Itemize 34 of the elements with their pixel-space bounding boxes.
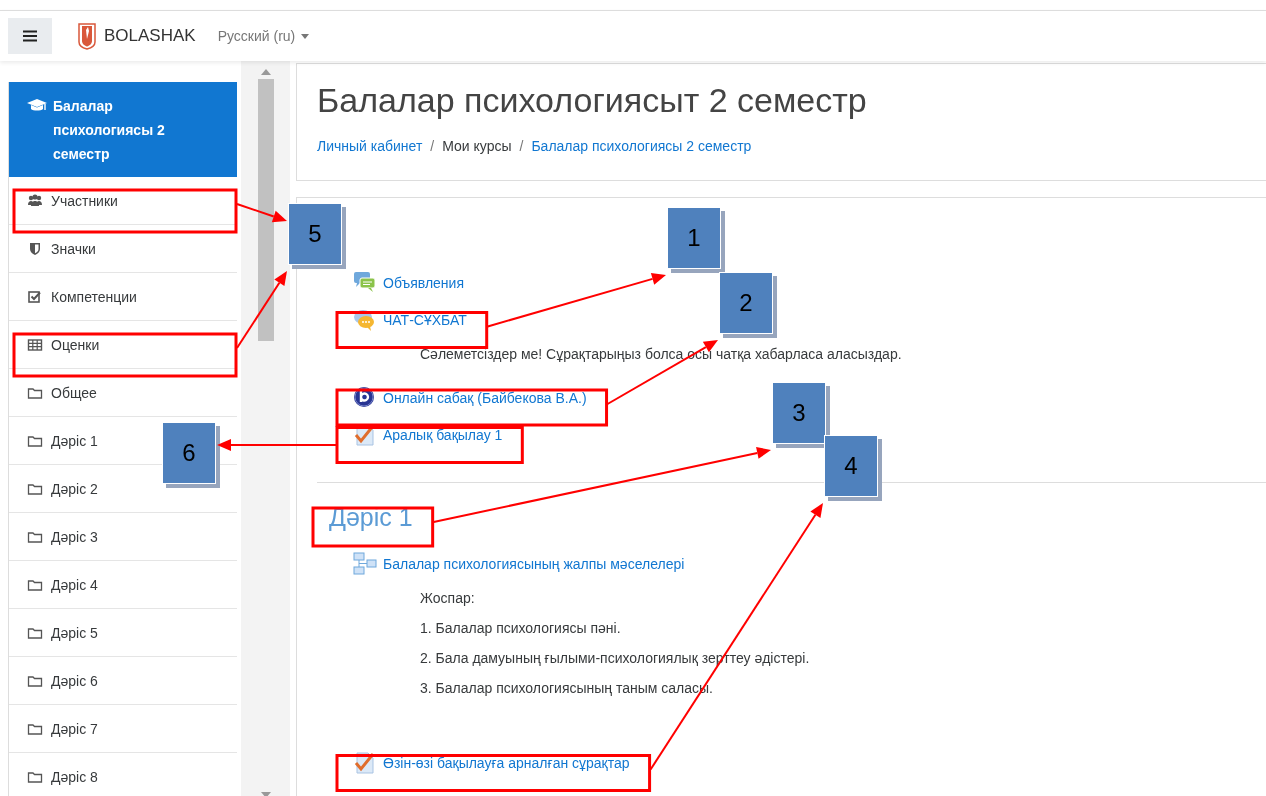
users-icon (27, 192, 43, 209)
activity-link[interactable]: Объявления (353, 268, 464, 297)
breadcrumb-link[interactable]: Балалар психологиясы 2 семестр (531, 138, 752, 154)
speech-bubbles-icon (353, 270, 377, 295)
table-icon (27, 336, 43, 353)
menu-icon (23, 30, 37, 42)
menu-button[interactable] (8, 18, 52, 54)
page-title: Балалар психологиясыт 2 семестр (317, 80, 868, 121)
description-text: Жоспар: (420, 588, 476, 607)
activity-link[interactable]: Балалар психологиясының жалпы мәселелері (353, 549, 685, 578)
activity-link[interactable]: Өзін-өзі бақылауға арналған сұрақтар (353, 748, 630, 778)
scrollbar-thumb[interactable] (257, 79, 274, 341)
activity-link[interactable]: Онлайн сабақ (Байбекова В.А.) (353, 383, 587, 412)
description-text: 1. Балалар психологиясы пәні. (420, 618, 622, 637)
breadcrumb-link[interactable]: Личный кабинет (317, 138, 423, 154)
activity-link[interactable]: ЧАТ-СҰХБАТ (353, 305, 467, 335)
activity-link[interactable]: Аралық бақылау 1 (353, 420, 503, 450)
course-nav-item[interactable]: Балалар психологиясы 2 семестр (9, 82, 237, 177)
caret-icon (301, 33, 310, 39)
chat-bubble-icon (353, 308, 377, 332)
shield-logo-icon (78, 22, 96, 50)
checkbox-icon (27, 288, 43, 305)
hierarchy-icon (353, 551, 377, 576)
breadcrumb-text: Мои курсы (442, 138, 512, 154)
checklist-icon (353, 751, 377, 775)
scroll-down-icon (260, 792, 271, 796)
brand-name[interactable]: BOLASHAK (104, 26, 196, 46)
breadcrumb-separator: / (430, 138, 435, 154)
language-menu[interactable]: Русский (ru) (217, 28, 310, 44)
arrow (236, 203, 287, 223)
conference-icon (353, 385, 377, 410)
shield-icon (27, 240, 43, 257)
scroll-up-icon (260, 69, 271, 75)
breadcrumb-separator: / (519, 138, 524, 154)
